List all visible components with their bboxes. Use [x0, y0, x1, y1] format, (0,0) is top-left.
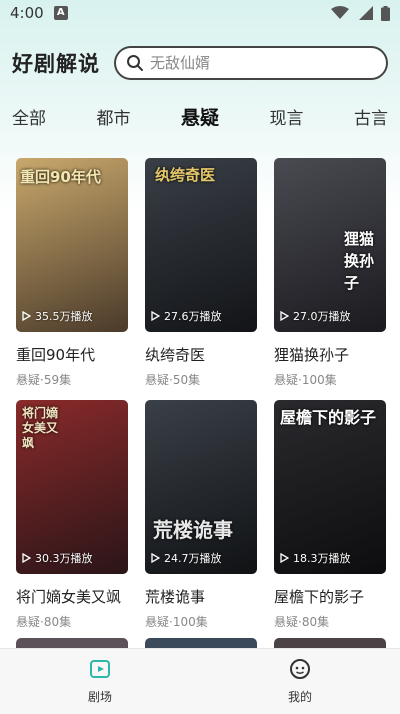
search-input[interactable] — [150, 54, 376, 72]
play-count: 27.6万播放 — [151, 308, 222, 324]
play-icon — [22, 552, 32, 564]
battery-icon — [381, 5, 390, 21]
drama-grid: 重回90年代 35.5万播放 重回90年代 悬疑·59集 纨绔奇医 27.6万播… — [0, 158, 400, 642]
drama-card[interactable]: 狸猫换孙子 27.0万播放 狸猫换孙子 悬疑·100集 — [274, 158, 386, 400]
tab-modern-romance[interactable]: 现言 — [269, 100, 303, 133]
status-time: 4:00 — [10, 4, 44, 22]
tab-all[interactable]: 全部 — [12, 100, 46, 133]
drama-title[interactable]: 屋檐下的影子 — [274, 586, 386, 607]
play-count-label: 35.5万播放 — [35, 310, 93, 323]
play-count-label: 24.7万播放 — [164, 552, 222, 565]
drama-poster[interactable]: 重回90年代 35.5万播放 — [16, 158, 128, 332]
drama-card[interactable]: 纨绔奇医 27.6万播放 纨绔奇医 悬疑·50集 — [145, 158, 257, 400]
drama-title[interactable]: 纨绔奇医 — [145, 344, 257, 365]
poster-title-art: 荒楼诡事 — [153, 518, 233, 542]
drama-title[interactable]: 狸猫换孙子 — [274, 344, 386, 365]
drama-title[interactable]: 荒楼诡事 — [145, 586, 257, 607]
drama-poster[interactable]: 屋檐下的影子 18.3万播放 — [274, 400, 386, 574]
drama-card[interactable]: 将门嫡女美又飒 30.3万播放 将门嫡女美又飒 悬疑·80集 — [16, 400, 128, 642]
tab-suspense[interactable]: 悬疑 — [181, 99, 219, 134]
play-count: 18.3万播放 — [280, 550, 351, 566]
play-count: 27.0万播放 — [280, 308, 351, 324]
poster-title-art: 将门嫡女美又飒 — [22, 406, 59, 450]
play-icon — [22, 310, 32, 322]
drama-poster[interactable]: 纨绔奇医 27.6万播放 — [145, 158, 257, 332]
play-icon — [280, 310, 290, 322]
theater-icon — [89, 658, 111, 684]
play-count-label: 30.3万播放 — [35, 552, 93, 565]
drama-title[interactable]: 重回90年代 — [16, 344, 128, 365]
nav-profile[interactable]: 我的 — [200, 658, 400, 705]
drama-card[interactable]: 屋檐下的影子 18.3万播放 屋檐下的影子 悬疑·80集 — [274, 400, 386, 642]
drama-poster[interactable]: 狸猫换孙子 27.0万播放 — [274, 158, 386, 332]
drama-meta: 悬疑·59集 — [16, 373, 72, 387]
play-count: 30.3万播放 — [22, 550, 93, 566]
search-icon — [126, 54, 144, 72]
wifi-icon — [331, 6, 351, 20]
drama-poster[interactable]: 荒楼诡事 24.7万播放 — [145, 400, 257, 574]
signal-icon — [359, 6, 373, 20]
poster-title-art: 重回90年代 — [20, 168, 101, 186]
status-bar: 4:00 A — [0, 0, 400, 26]
play-count: 24.7万播放 — [151, 550, 222, 566]
bottom-nav: 剧场 我的 — [0, 648, 400, 714]
poster-title-art: 狸猫换孙子 — [344, 230, 375, 292]
drama-title[interactable]: 将门嫡女美又飒 — [16, 586, 128, 607]
nav-theater-label: 剧场 — [87, 690, 112, 704]
profile-icon — [289, 658, 311, 684]
drama-poster[interactable]: 将门嫡女美又飒 30.3万播放 — [16, 400, 128, 574]
notification-icon: A — [53, 6, 68, 20]
drama-card[interactable]: 重回90年代 35.5万播放 重回90年代 悬疑·59集 — [16, 158, 128, 400]
play-count-label: 27.0万播放 — [293, 310, 351, 323]
play-icon — [151, 552, 161, 564]
play-count: 35.5万播放 — [22, 308, 93, 324]
nav-theater[interactable]: 剧场 — [0, 658, 200, 705]
header: 好剧解说 — [0, 42, 400, 84]
drama-meta: 悬疑·80集 — [274, 615, 330, 629]
app-title: 好剧解说 — [12, 52, 100, 76]
drama-meta: 悬疑·50集 — [145, 373, 201, 387]
nav-profile-label: 我的 — [287, 690, 312, 704]
play-icon — [280, 552, 290, 564]
drama-meta: 悬疑·100集 — [145, 615, 208, 629]
play-count-label: 27.6万播放 — [164, 310, 222, 323]
category-tabs: 全部 都市 悬疑 现言 古言 — [0, 96, 400, 136]
play-count-label: 18.3万播放 — [293, 552, 351, 565]
play-icon — [151, 310, 161, 322]
drama-meta: 悬疑·80集 — [16, 615, 72, 629]
drama-card[interactable]: 荒楼诡事 24.7万播放 荒楼诡事 悬疑·100集 — [145, 400, 257, 642]
drama-meta: 悬疑·100集 — [274, 373, 337, 387]
poster-title-art: 纨绔奇医 — [155, 166, 216, 184]
search-bar[interactable] — [114, 46, 388, 80]
poster-title-art: 屋檐下的影子 — [280, 408, 377, 427]
tab-ancient-romance[interactable]: 古言 — [354, 100, 388, 133]
tab-urban[interactable]: 都市 — [96, 100, 130, 133]
